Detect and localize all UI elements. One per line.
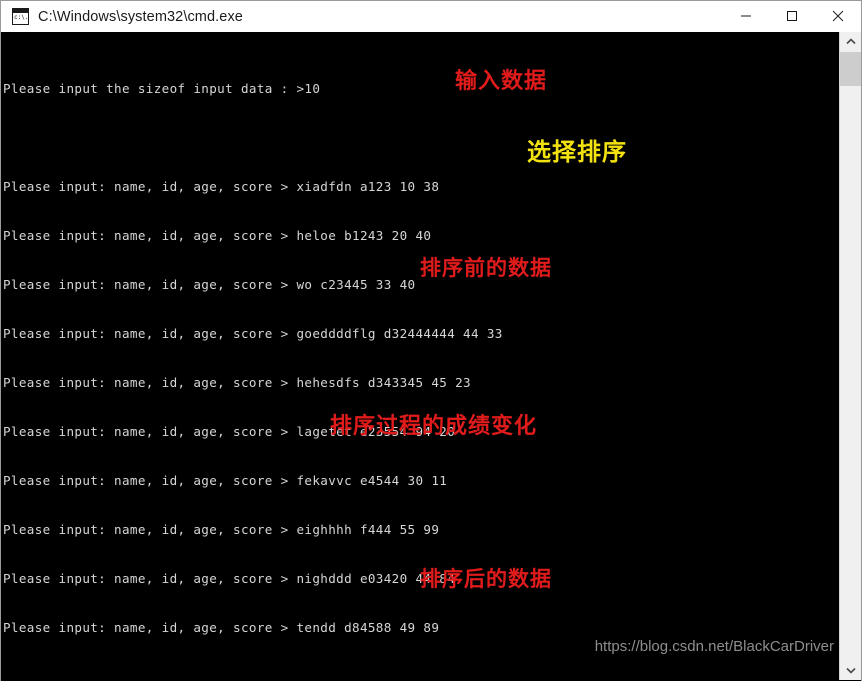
console-line-input: Please input: name, id, age, score > eig… — [3, 522, 440, 538]
console-line-input: Please input: name, id, age, score > ten… — [3, 620, 440, 636]
maximize-button[interactable] — [769, 1, 815, 32]
annotation-label: 选择排序 — [527, 138, 627, 166]
annotation-label: 排序过程的成绩变化 — [330, 414, 538, 439]
window-title: C:\Windows\system32\cmd.exe — [38, 8, 243, 25]
annotation-label: 输入数据 — [455, 69, 548, 94]
console-line-input: Please input: name, id, age, score > xia… — [3, 179, 440, 195]
console-line-input: Please input: name, id, age, score > heh… — [3, 375, 471, 391]
titlebar[interactable]: C:\Windows\system32\cmd.exe — [0, 0, 862, 32]
minimize-icon — [741, 15, 751, 17]
scroll-down-button[interactable] — [840, 661, 861, 680]
cmd-window: C:\Windows\system32\cmd.exe — [0, 0, 862, 681]
close-icon — [832, 10, 844, 22]
annotation-label: 排序前的数据 — [420, 256, 552, 280]
maximize-icon — [787, 11, 797, 21]
console-line-input: Please input: name, id, age, score > goe… — [3, 326, 503, 342]
scrollbar-thumb[interactable] — [840, 52, 861, 86]
console-line-size-prompt: Please input the sizeof input data : >10 — [3, 81, 321, 97]
chevron-up-icon — [845, 38, 856, 45]
close-button[interactable] — [815, 1, 861, 32]
chevron-down-icon — [845, 667, 856, 674]
console-line-input: Please input: name, id, age, score > hel… — [3, 228, 432, 244]
minimize-button[interactable] — [723, 1, 769, 32]
watermark: https://blog.csdn.net/BlackCarDriver — [594, 638, 834, 655]
annotation-label: 排序后的数据 — [420, 567, 552, 591]
cmd-icon — [12, 8, 29, 25]
vertical-scrollbar[interactable] — [839, 32, 861, 680]
console-line-input: Please input: name, id, age, score > fek… — [3, 473, 448, 489]
window-controls — [723, 1, 861, 33]
scroll-up-button[interactable] — [840, 32, 861, 51]
